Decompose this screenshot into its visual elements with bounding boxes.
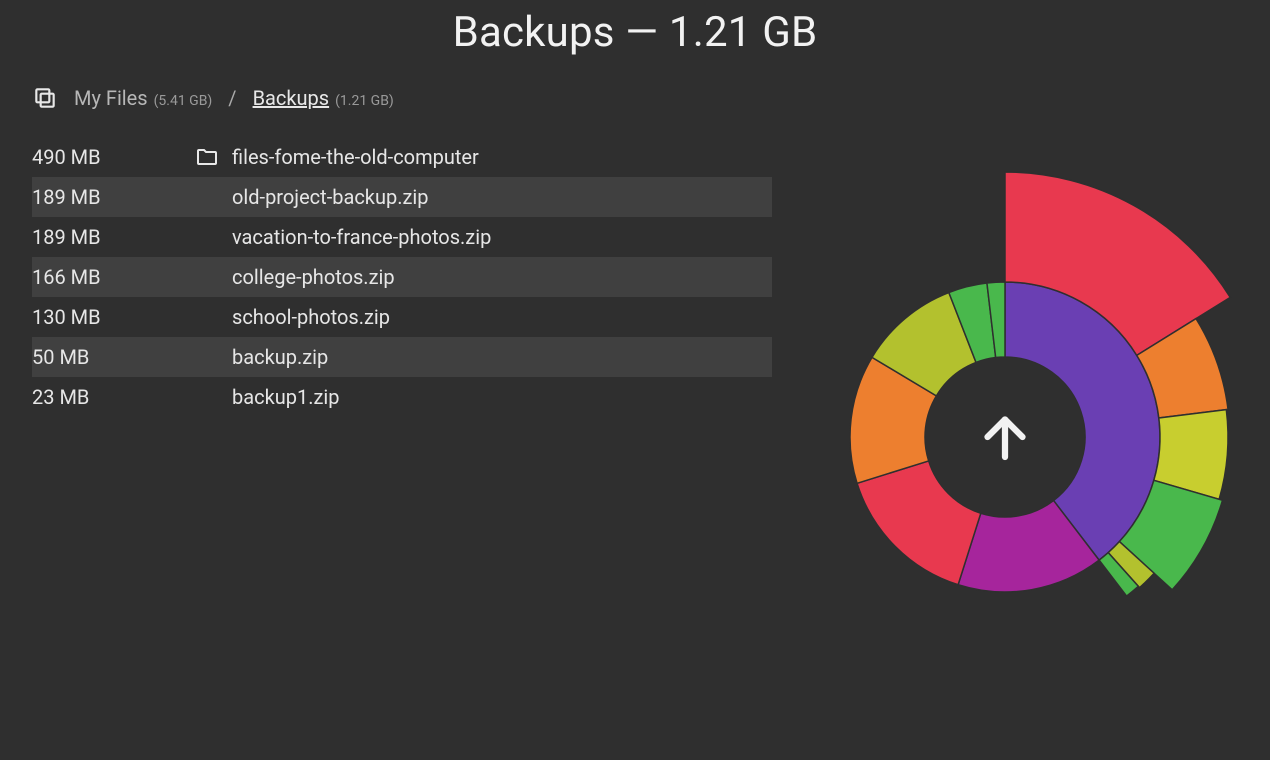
file-row[interactable]: 166 MB college-photos.zip <box>32 257 772 297</box>
breadcrumb-current[interactable]: Backups (1.21 GB) <box>253 86 394 110</box>
title-sep: — <box>615 8 669 57</box>
breadcrumb: My Files (5.41 GB) / Backups (1.21 GB) <box>0 57 1270 119</box>
file-name: backup.zip <box>232 345 772 369</box>
file-table: 490 MB files-fome-the-old-computer 189 M… <box>32 137 772 697</box>
file-size: 166 MB <box>32 265 182 289</box>
sunburst-chart[interactable] <box>775 137 1235 697</box>
breadcrumb-root-size: (5.41 GB) <box>154 93 213 109</box>
file-name: school-photos.zip <box>232 305 772 329</box>
file-row[interactable]: 490 MB files-fome-the-old-computer <box>32 137 772 177</box>
file-size: 130 MB <box>32 305 182 329</box>
breadcrumb-root[interactable]: My Files (5.41 GB) <box>74 86 212 110</box>
breadcrumb-root-label: My Files <box>74 86 148 110</box>
breadcrumb-sep: / <box>228 86 236 110</box>
breadcrumb-current-label: Backups <box>253 86 330 110</box>
page-title: Backups — 1.21 GB <box>0 0 1270 57</box>
file-row[interactable]: 189 MB old-project-backup.zip <box>32 177 772 217</box>
up-button[interactable] <box>925 357 1085 517</box>
file-name: vacation-to-france-photos.zip <box>232 225 772 249</box>
file-name: college-photos.zip <box>232 265 772 289</box>
folder-icon <box>182 145 232 169</box>
arrow-up-icon <box>975 407 1035 467</box>
file-size: 189 MB <box>32 185 182 209</box>
title-folder: Backups <box>453 8 615 57</box>
file-size: 23 MB <box>32 385 182 409</box>
file-row[interactable]: 23 MB backup1.zip <box>32 377 772 417</box>
copy-icon[interactable] <box>32 85 58 111</box>
file-row[interactable]: 189 MB vacation-to-france-photos.zip <box>32 217 772 257</box>
file-size: 490 MB <box>32 145 182 169</box>
file-row[interactable]: 130 MB school-photos.zip <box>32 297 772 337</box>
breadcrumb-current-size: (1.21 GB) <box>335 93 394 109</box>
file-name: files-fome-the-old-computer <box>232 145 772 169</box>
file-size: 50 MB <box>32 345 182 369</box>
file-name: backup1.zip <box>232 385 772 409</box>
file-size: 189 MB <box>32 225 182 249</box>
file-name: old-project-backup.zip <box>232 185 772 209</box>
file-row[interactable]: 50 MB backup.zip <box>32 337 772 377</box>
title-size: 1.21 GB <box>669 8 817 57</box>
